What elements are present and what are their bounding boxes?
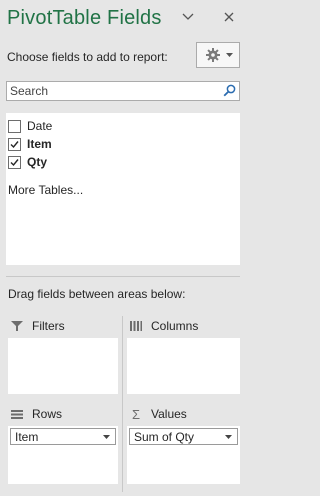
rows-area-header: Rows	[10, 405, 62, 423]
dropdown-arrow-icon	[226, 53, 233, 57]
columns-drop-area[interactable]	[127, 338, 240, 394]
search-input[interactable]	[7, 82, 217, 100]
rows-field-chip[interactable]: Item	[10, 428, 116, 445]
columns-label: Columns	[151, 319, 199, 333]
choose-fields-label: Choose fields to add to report:	[7, 50, 168, 64]
filters-label: Filters	[32, 319, 65, 333]
sigma-icon: Σ	[131, 406, 141, 422]
filter-icon	[10, 319, 24, 333]
field-date[interactable]: Date	[8, 118, 52, 134]
field-checkbox[interactable]	[8, 137, 21, 151]
area-splitter[interactable]	[122, 316, 123, 492]
dropdown-arrow-icon[interactable]	[225, 435, 232, 439]
values-drop-area[interactable]: Sum of Qty	[127, 426, 240, 484]
columns-icon	[129, 319, 143, 333]
gear-icon	[206, 48, 220, 62]
field-label: Qty	[27, 155, 48, 169]
more-tables-link[interactable]: More Tables...	[8, 183, 83, 197]
dropdown-arrow-icon[interactable]	[103, 435, 110, 439]
divider	[6, 276, 240, 277]
values-field-chip[interactable]: Sum of Qty	[129, 428, 238, 445]
checkmark-icon	[10, 158, 19, 166]
rows-label: Rows	[32, 407, 63, 421]
values-area-header: Σ Values	[129, 405, 187, 423]
field-label: Item	[27, 137, 52, 151]
close-pane-button[interactable]	[221, 9, 237, 25]
chip-label: Sum of Qty	[134, 429, 195, 444]
search-field[interactable]	[6, 81, 240, 101]
search-icon[interactable]	[223, 84, 236, 97]
filters-drop-area[interactable]	[8, 338, 118, 394]
tools-button[interactable]	[196, 42, 240, 68]
field-checkbox[interactable]	[8, 155, 21, 169]
chevron-down-icon	[182, 13, 194, 20]
close-icon	[224, 12, 234, 22]
page-title: PivotTable Fields	[7, 7, 162, 29]
columns-area-header: Columns	[129, 317, 198, 335]
field-list: Date Item Qty More Tables...	[6, 113, 240, 265]
field-label: Date	[27, 119, 53, 133]
values-label: Values	[151, 407, 187, 421]
rows-drop-area[interactable]: Item	[8, 426, 118, 484]
chip-label: Item	[15, 429, 39, 444]
filters-area-header: Filters	[10, 317, 65, 335]
field-checkbox[interactable]	[8, 119, 21, 133]
field-qty[interactable]: Qty	[8, 154, 47, 170]
rows-icon	[10, 407, 24, 421]
field-item[interactable]: Item	[8, 136, 52, 152]
drag-fields-label: Drag fields between areas below:	[8, 287, 186, 301]
checkmark-icon	[10, 140, 19, 148]
collapse-pane-button[interactable]	[180, 9, 196, 25]
